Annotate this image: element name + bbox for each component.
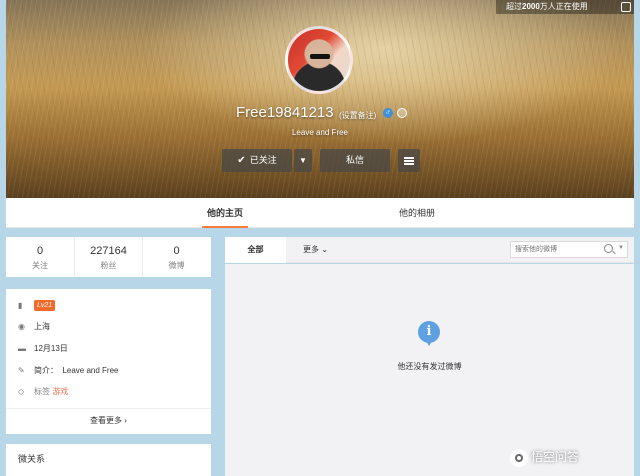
info-icon: i xyxy=(418,321,440,346)
stat-followers-label: 粉丝 xyxy=(100,261,117,270)
followed-button-label: 已关注 xyxy=(249,155,277,165)
stat-posts-count: 0 xyxy=(173,245,180,257)
level-row: ▮ Lv21 xyxy=(18,296,56,316)
message-button-label: 私信 xyxy=(345,155,364,165)
bio-row: ✎ 简介： Leave and Free xyxy=(18,361,119,381)
see-more-link[interactable]: 查看更多 › xyxy=(6,411,211,431)
message-button[interactable]: 私信 xyxy=(320,149,390,172)
stat-following-count: 0 xyxy=(36,245,44,257)
online-notice-count: 2000 xyxy=(522,2,540,11)
more-menu-button[interactable] xyxy=(398,149,420,172)
followed-button[interactable]: ✔ 已关注 xyxy=(222,149,292,172)
empty-state-message: 他还没有发过微博 xyxy=(397,362,462,371)
stat-following[interactable]: 0 关注 xyxy=(6,237,74,277)
stat-followers-count: 227164 xyxy=(90,245,127,257)
level-icon: ▮ xyxy=(18,301,23,310)
profile-username: Free19841213 xyxy=(236,104,334,121)
stat-followers[interactable]: 227164 粉丝 xyxy=(74,237,142,277)
profile-tabs: 他的主页 他的相册 xyxy=(6,198,634,228)
search-options-caret-icon[interactable]: ▼ xyxy=(618,245,624,251)
tag-link[interactable]: 游戏 xyxy=(52,387,68,396)
profile-motto: Leave and Free xyxy=(291,128,349,137)
divider xyxy=(6,408,211,409)
level-badge[interactable]: Lv21 xyxy=(34,300,56,312)
stat-following-label: 关注 xyxy=(32,261,48,270)
feed-tab-all[interactable]: 全部 xyxy=(225,237,286,263)
bio-label: 简介： xyxy=(34,366,58,375)
stats-panel: 0 关注 227164 粉丝 0 微博 xyxy=(6,237,211,277)
stat-posts[interactable]: 0 微博 xyxy=(142,237,210,277)
birthday-text: 12月13日 xyxy=(34,344,68,353)
tags-label: 标签 xyxy=(34,387,50,396)
member-icon[interactable] xyxy=(397,108,407,118)
search-icon[interactable] xyxy=(604,244,613,253)
location-pin-icon: ◉ xyxy=(18,322,25,331)
tab-home[interactable]: 他的主页 xyxy=(202,198,248,228)
location-row: ◉ 上海 xyxy=(18,317,50,337)
checkmark-icon: ✔ xyxy=(237,155,246,166)
location-text: 上海 xyxy=(34,322,50,331)
feed-empty-state: i 他还没有发过微博 xyxy=(225,264,634,476)
edit-icon: ✎ xyxy=(18,366,25,375)
online-notice[interactable]: 超过2000万人正在使用 xyxy=(496,0,634,14)
relations-title: 微关系 xyxy=(18,454,46,464)
app-icon xyxy=(621,2,631,12)
watermark: 悟空问答 xyxy=(510,446,579,468)
feed-tab-more[interactable]: 更多 ⌄ xyxy=(303,237,328,263)
birthday-row: ▬ 12月13日 xyxy=(18,339,68,359)
tab-album[interactable]: 他的相册 xyxy=(394,198,440,228)
watermark-logo-icon xyxy=(510,448,528,467)
stat-posts-label: 微博 xyxy=(168,261,185,270)
online-notice-prefix: 超过 xyxy=(506,2,522,11)
tags-row: ◇ 标签 游戏 xyxy=(18,382,68,402)
hamburger-icon xyxy=(404,157,414,165)
follow-options-button[interactable]: ▼ xyxy=(294,149,312,172)
bio-text: Leave and Free xyxy=(62,366,119,375)
profile-info-card: ▮ Lv21 ◉ 上海 ▬ 12月13日 ✎ 简介： Leave and Free ◇ 标… xyxy=(6,289,211,434)
tag-icon: ◇ xyxy=(18,387,25,396)
caret-down-icon: ▼ xyxy=(299,156,307,165)
relations-card: 微关系 xyxy=(6,444,211,476)
online-notice-suffix: 万人正在使用 xyxy=(539,2,588,11)
watermark-text: 悟空问答 xyxy=(531,450,580,464)
avatar-sunglasses xyxy=(310,54,330,59)
cake-icon: ▬ xyxy=(18,344,26,353)
set-remark-link[interactable]: (设置备注) xyxy=(339,110,376,121)
male-icon: ♂ xyxy=(383,108,393,118)
avatar[interactable] xyxy=(285,26,353,94)
feed-filter-bar: 全部 更多 ⌄ ▼ xyxy=(225,237,634,263)
